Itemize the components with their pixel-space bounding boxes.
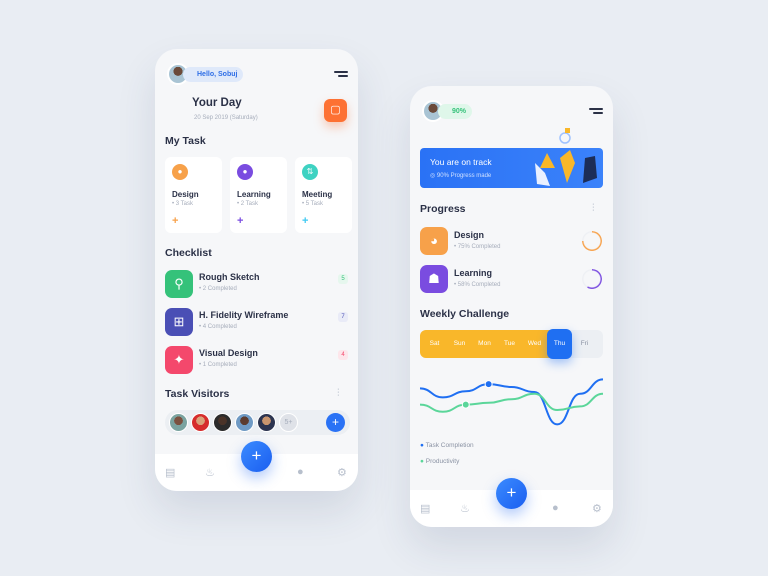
task-card-design[interactable]: ● Design • 3 Task + [165,157,222,233]
settings-icon[interactable]: ⚙ [592,502,602,515]
settings-icon[interactable]: ⚙ [337,466,347,479]
filter-icon[interactable]: ⫶ [592,203,595,214]
menu-icon[interactable] [334,71,348,77]
series-task-completion [420,378,603,426]
day-sat[interactable]: Sat [422,330,447,358]
check-circle-icon: ◎ [430,173,437,179]
day-wed[interactable]: Wed [522,330,547,358]
add-task-icon[interactable]: + [172,215,178,227]
profile-icon[interactable]: ● [552,502,559,514]
menu-icon[interactable] [589,108,603,114]
progress-pill: 90% [438,104,473,119]
day-selector: Sat Sun Mon Tue Wed Thu Fri [420,329,603,359]
add-visitor-button[interactable]: + [326,413,345,432]
my-day-screen: Hello, Sobuj Your Day 20 Sep 2019 (Satur… [155,49,358,491]
fire-icon[interactable]: ♨ [460,502,470,515]
learner-icon: ● [237,164,253,180]
add-task-icon[interactable]: + [302,215,308,227]
profile-icon[interactable]: ● [297,466,304,478]
data-point[interactable] [484,380,493,389]
sitemap-icon: ⊞ [165,308,193,336]
weekly-line-chart [420,378,603,426]
fire-icon[interactable]: ♨ [205,466,215,479]
tasks-icon[interactable]: ▤ [420,502,430,515]
visitors-row: 5+ + [165,410,350,435]
visitor-avatar[interactable] [213,413,232,432]
palette-icon: ◕ [420,227,448,255]
progress-heading: Progress [420,203,466,215]
task-card-meeting[interactable]: ⇅ Meeting • 5 Task + [295,157,352,233]
count-badge: 4 [338,350,348,360]
visitor-avatar[interactable] [235,413,254,432]
data-point[interactable] [461,400,470,409]
day-sun[interactable]: Sun [447,330,472,358]
progress-ring [582,231,602,251]
visitor-avatar[interactable] [257,413,276,432]
legend-task-completion: ● Task Completion [420,442,474,449]
swap-icon: ⇅ [302,164,318,180]
legend-productivity: ● Productivity [420,458,460,465]
palette-icon: ● [172,164,188,180]
filter-icon[interactable]: ⫶ [337,388,340,399]
date: 20 Sep 2019 (Saturday) [194,115,258,121]
visitor-avatar[interactable] [191,413,210,432]
add-button[interactable]: + [496,478,527,509]
task-visitors-heading: Task Visitors [165,388,230,400]
greeting-pill: Hello, Sobuj [183,67,244,82]
celebration-illustration [535,128,597,186]
progress-screen: 90% You are on track ◎ 90% Progress made… [410,86,613,527]
calendar-icon: ▢ [330,104,341,116]
calendar-button[interactable]: ▢ [324,99,347,122]
task-card-learning[interactable]: ● Learning • 2 Task + [230,157,287,233]
weekly-challenge-heading: Weekly Challenge [420,308,510,320]
visitor-avatar[interactable] [169,413,188,432]
day-mon[interactable]: Mon [472,330,497,358]
day-thu[interactable]: Thu [547,329,572,359]
day-fri[interactable]: Fri [572,330,597,358]
checklist-heading: Checklist [165,247,212,259]
learner-icon: ☗ [420,265,448,293]
count-badge: 7 [338,312,348,322]
page-title: Your Day [192,97,242,109]
day-tue[interactable]: Tue [497,330,522,358]
sketch-icon: ⚲ [165,270,193,298]
more-visitors[interactable]: 5+ [279,413,298,432]
tasks-icon[interactable]: ▤ [165,466,175,479]
magic-wand-icon: ✦ [165,346,193,374]
count-badge: 5 [338,274,348,284]
add-button[interactable]: + [241,441,272,472]
on-track-banner: You are on track ◎ 90% Progress made [420,128,603,188]
add-task-icon[interactable]: + [237,215,243,227]
progress-ring [582,269,602,289]
my-task-heading: My Task [165,135,206,147]
